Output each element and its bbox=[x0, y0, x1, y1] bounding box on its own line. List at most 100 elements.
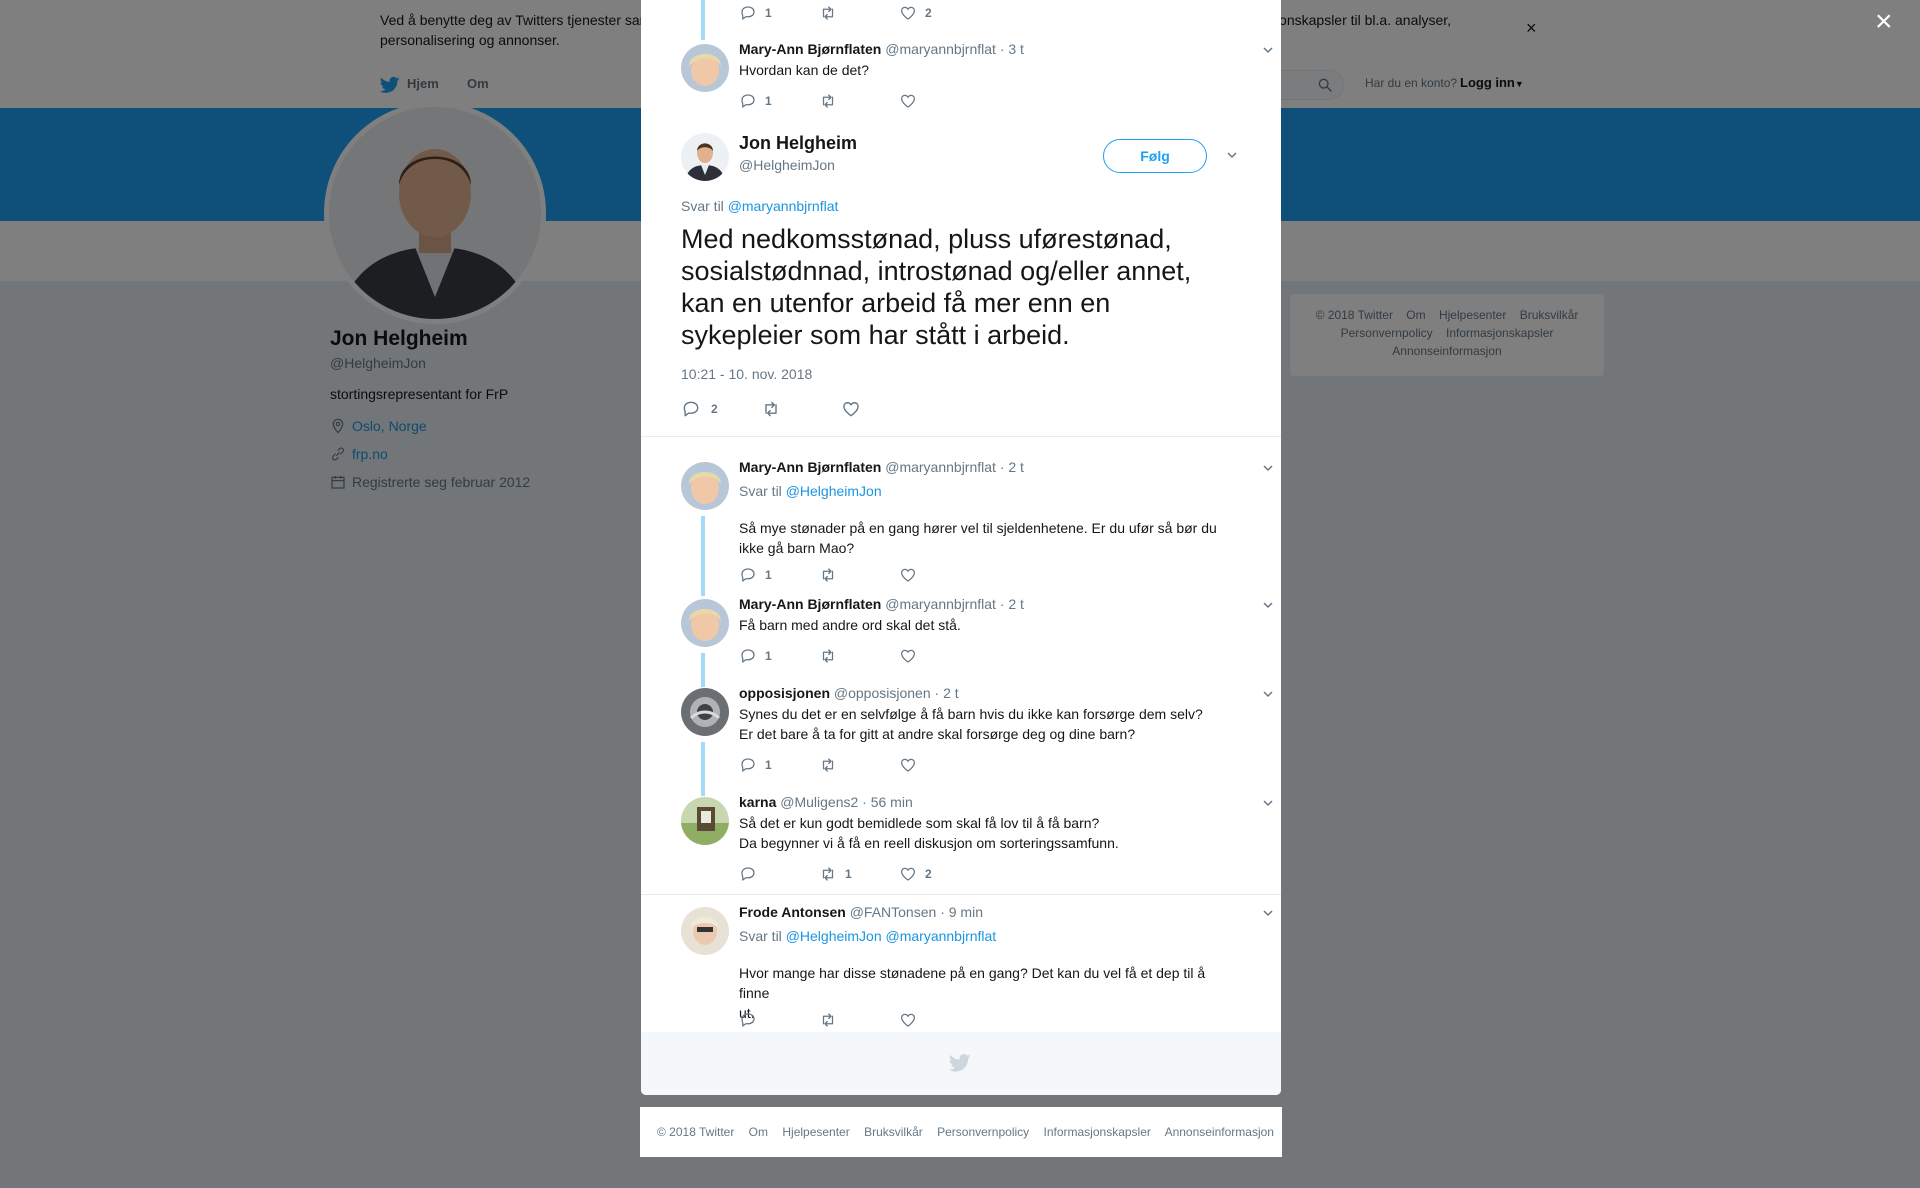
tweet-text: Få barn med andre ord skal det stå. bbox=[739, 615, 1239, 635]
tweet-text-line: Da begynner vi å få en reell diskusjon o… bbox=[739, 835, 1119, 851]
like-button[interactable] bbox=[899, 756, 917, 774]
like-button[interactable] bbox=[841, 399, 861, 419]
reply-button[interactable]: 1 bbox=[739, 4, 772, 22]
chevron-down-icon[interactable] bbox=[1226, 149, 1238, 161]
main-tweet-author-handle[interactable]: @HelgheimJon bbox=[739, 157, 835, 173]
chevron-down-icon[interactable] bbox=[1262, 599, 1274, 611]
retweet-icon bbox=[765, 401, 777, 417]
tweet-author-name[interactable]: opposisjonen bbox=[739, 685, 830, 701]
tweet-author-handle[interactable]: @Muligens2 bbox=[780, 794, 858, 810]
tweet-text: Så mye stønader på en gang hører vel til… bbox=[739, 518, 1239, 558]
follow-button[interactable]: Følg bbox=[1103, 139, 1207, 173]
chevron-down-icon[interactable] bbox=[1262, 44, 1274, 56]
tweet-author-handle[interactable]: @maryannbjrnflat bbox=[885, 596, 996, 612]
avatar[interactable] bbox=[681, 907, 729, 955]
tweet-text-line: Hvor mange har disse stønadene på en gan… bbox=[739, 965, 1206, 1001]
footer-help-link[interactable]: Hjelpesenter bbox=[782, 1125, 849, 1139]
tweet-author-handle[interactable]: @FANTonsen bbox=[850, 904, 937, 920]
chevron-down-icon[interactable] bbox=[1262, 462, 1274, 474]
tweet-time[interactable]: · 2 t bbox=[1000, 459, 1024, 475]
tweet-author-name[interactable]: Mary-Ann Bjørnflaten bbox=[739, 596, 881, 612]
reply-button[interactable]: 1 bbox=[739, 647, 772, 665]
page-footer: © 2018 Twitter Om Hjelpesenter Bruksvilk… bbox=[640, 1107, 1282, 1157]
tweet-time[interactable]: · 2 t bbox=[935, 685, 959, 701]
tweet-header: Mary-Ann Bjørnflaten @maryannbjrnflat · … bbox=[739, 41, 1024, 57]
tweet-text-line: Få barn med andre ord skal det stå. bbox=[739, 617, 961, 633]
tweet-author-name[interactable]: Mary-Ann Bjørnflaten bbox=[739, 41, 881, 57]
retweet-button[interactable] bbox=[819, 566, 837, 584]
like-button[interactable] bbox=[899, 1011, 917, 1029]
reply-icon bbox=[683, 401, 699, 417]
tweet-actions: 1 bbox=[739, 92, 1039, 112]
reply-to-link[interactable]: @HelgheimJon @maryannbjrnflat bbox=[786, 928, 997, 944]
reply-prefix: Svar til bbox=[681, 198, 724, 214]
like-button[interactable]: 2 bbox=[899, 865, 932, 883]
footer-ads-link[interactable]: Annonseinformasjon bbox=[1165, 1125, 1274, 1139]
tweet-time[interactable]: · 2 t bbox=[1000, 596, 1024, 612]
close-icon[interactable]: × bbox=[1875, 7, 1899, 37]
tweet-time[interactable]: · 56 min bbox=[862, 794, 913, 810]
tweet-actions: 1 bbox=[739, 647, 1039, 667]
heart-icon bbox=[900, 568, 916, 582]
main-tweet-avatar[interactable] bbox=[681, 133, 729, 181]
reply-button[interactable] bbox=[739, 1011, 757, 1029]
thread-line bbox=[701, 653, 705, 687]
like-button[interactable] bbox=[899, 566, 917, 584]
retweet-button[interactable] bbox=[761, 399, 781, 419]
footer-cookies-link[interactable]: Informasjonskapsler bbox=[1044, 1125, 1151, 1139]
reply-icon bbox=[741, 758, 755, 772]
avatar[interactable] bbox=[681, 797, 729, 845]
retweet-button[interactable] bbox=[819, 4, 837, 22]
main-tweet-author-name[interactable]: Jon Helgheim bbox=[739, 133, 857, 154]
main-tweet-actions: 2 bbox=[681, 399, 981, 419]
tweet-text-line: Så det er kun godt bemidlede som skal få… bbox=[739, 815, 1100, 831]
reply-count: 1 bbox=[765, 758, 772, 772]
avatar[interactable] bbox=[681, 44, 729, 92]
footer-terms-link[interactable]: Bruksvilkår bbox=[864, 1125, 923, 1139]
chevron-down-icon[interactable] bbox=[1262, 907, 1274, 919]
tweet-author-name[interactable]: karna bbox=[739, 794, 776, 810]
retweet-icon bbox=[822, 758, 834, 772]
retweet-button[interactable] bbox=[819, 1011, 837, 1029]
modal-footer bbox=[641, 1032, 1281, 1095]
like-button[interactable] bbox=[899, 647, 917, 665]
like-button[interactable] bbox=[899, 92, 917, 110]
tweet-author-name[interactable]: Frode Antonsen bbox=[739, 904, 846, 920]
footer-privacy-link[interactable]: Personvernpolicy bbox=[937, 1125, 1029, 1139]
retweet-button[interactable] bbox=[819, 756, 837, 774]
chevron-down-icon[interactable] bbox=[1262, 688, 1274, 700]
tweet-time[interactable]: · 9 min bbox=[940, 904, 983, 920]
retweet-button[interactable] bbox=[819, 92, 837, 110]
reply-button[interactable]: 2 bbox=[681, 399, 718, 419]
thread-line bbox=[701, 0, 705, 40]
reply-to-link[interactable]: @maryannbjrnflat bbox=[728, 198, 839, 214]
reply-button[interactable]: 1 bbox=[739, 566, 772, 584]
tweet-author-handle[interactable]: @opposisjonen bbox=[834, 685, 931, 701]
retweet-button[interactable]: 1 bbox=[819, 865, 852, 883]
avatar[interactable] bbox=[681, 599, 729, 647]
tweet-author-handle[interactable]: @maryannbjrnflat bbox=[885, 41, 996, 57]
avatar[interactable] bbox=[681, 462, 729, 510]
reply-count: 1 bbox=[765, 649, 772, 663]
tweet-text: Så det er kun godt bemidlede som skal få… bbox=[739, 813, 1239, 853]
reply-button[interactable]: 1 bbox=[739, 92, 772, 110]
reply-icon bbox=[741, 867, 755, 881]
tweet-text-line: ikke gå barn Mao? bbox=[739, 540, 855, 556]
reply-to-link[interactable]: @HelgheimJon bbox=[786, 483, 882, 499]
reply-button[interactable]: 1 bbox=[739, 756, 772, 774]
heart-icon bbox=[900, 94, 916, 108]
footer-about-link[interactable]: Om bbox=[749, 1125, 768, 1139]
retweet-button[interactable] bbox=[819, 647, 837, 665]
tweet-author-handle[interactable]: @maryannbjrnflat bbox=[885, 459, 996, 475]
like-button[interactable]: 2 bbox=[899, 4, 932, 22]
chevron-down-icon[interactable] bbox=[1262, 797, 1274, 809]
reply-icon bbox=[741, 6, 755, 20]
tweet-text-line: Synes du det er en selvfølge å få barn h… bbox=[739, 706, 1203, 722]
avatar[interactable] bbox=[681, 688, 729, 736]
reply-button[interactable] bbox=[739, 865, 757, 883]
tweet-author-name[interactable]: Mary-Ann Bjørnflaten bbox=[739, 459, 881, 475]
main-tweet-timestamp[interactable]: 10:21 - 10. nov. 2018 bbox=[681, 366, 812, 382]
heart-icon bbox=[900, 867, 916, 881]
tweet-actions: 1 bbox=[739, 566, 1039, 586]
tweet-time[interactable]: · 3 t bbox=[1000, 41, 1024, 57]
